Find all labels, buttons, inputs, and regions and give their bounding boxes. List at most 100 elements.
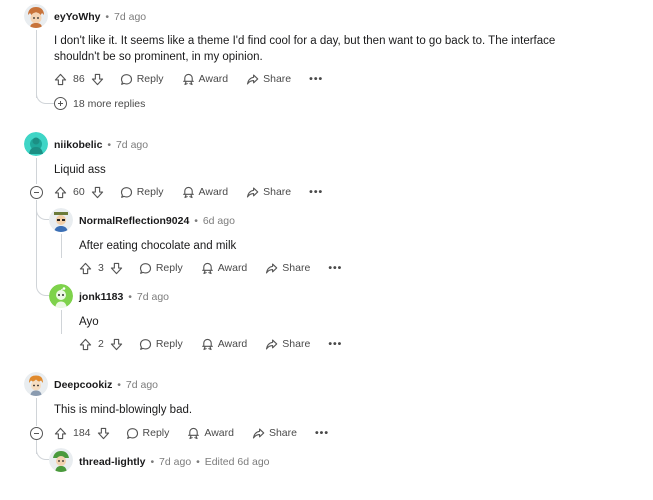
downvote-icon[interactable] [110, 262, 123, 275]
reply-label: Reply [136, 186, 164, 198]
upvote-icon[interactable] [79, 338, 92, 351]
avatar[interactable] [24, 372, 48, 396]
share-icon [252, 427, 265, 440]
share-button[interactable]: Share [265, 262, 310, 275]
thread-line[interactable] [36, 158, 37, 184]
award-icon [201, 262, 214, 275]
award-icon [182, 73, 195, 86]
meta-separator: • [194, 215, 198, 227]
share-icon [246, 186, 259, 199]
meta-separator: • [128, 291, 132, 303]
comment-actions: 2 Reply Award Share ••• [79, 335, 360, 353]
upvote-icon[interactable] [54, 73, 67, 86]
vote-count: 3 [98, 262, 104, 274]
comment-actions: 86 Reply Award Share ••• [54, 70, 341, 88]
upvote-icon[interactable] [79, 262, 92, 275]
username[interactable]: niikobelic [54, 139, 102, 151]
upvote-icon[interactable] [54, 186, 67, 199]
username[interactable]: thread-lightly [79, 456, 146, 468]
username[interactable]: Deepcookiz [54, 379, 112, 391]
comment-meta: jonk1183 • 7d ago [79, 290, 169, 304]
reply-button[interactable]: Reply [126, 427, 169, 440]
reply-button[interactable]: Reply [120, 186, 164, 199]
share-label: Share [268, 427, 297, 439]
share-label: Share [263, 186, 292, 198]
more-replies-button[interactable]: 18 more replies [54, 97, 145, 110]
comment-actions: 184 Reply Award Share ••• [54, 424, 347, 442]
share-button[interactable]: Share [246, 73, 291, 86]
comment-body: Liquid ass [54, 164, 106, 176]
username[interactable]: NormalReflection9024 [79, 215, 189, 227]
thread-connector [36, 200, 49, 220]
timestamp[interactable]: 6d ago [203, 215, 235, 227]
meta-separator: • [196, 456, 200, 468]
reply-button[interactable]: Reply [120, 73, 164, 86]
comment-meta: Deepcookiz • 7d ago [54, 378, 158, 392]
vote-count: 2 [98, 338, 104, 350]
reply-label: Reply [155, 338, 183, 350]
avatar[interactable] [49, 284, 73, 308]
share-button[interactable]: Share [252, 427, 297, 440]
comment-body: After eating chocolate and milk [79, 240, 237, 252]
meta-separator: • [107, 139, 112, 151]
comment-meta: eyYoWhy • 7d ago [54, 10, 146, 24]
avatar[interactable] [24, 4, 48, 28]
thread-connector [36, 86, 54, 104]
timestamp[interactable]: 7d ago [116, 139, 148, 151]
vote-count: 184 [73, 427, 91, 439]
more-options-button[interactable]: ••• [309, 73, 323, 85]
collapse-button[interactable] [30, 186, 43, 199]
vote-controls: 184 [54, 427, 110, 440]
downvote-icon[interactable] [97, 427, 110, 440]
vote-controls: 86 [54, 73, 104, 86]
share-label: Share [282, 262, 311, 274]
timestamp[interactable]: 7d ago [137, 291, 169, 303]
username[interactable]: jonk1183 [79, 291, 123, 303]
award-icon [201, 338, 214, 351]
downvote-icon[interactable] [91, 186, 104, 199]
timestamp[interactable]: 7d ago [159, 456, 191, 468]
award-label: Award [198, 186, 229, 198]
timestamp[interactable]: 7d ago [114, 11, 146, 23]
award-button[interactable]: Award [201, 262, 248, 275]
award-button[interactable]: Award [201, 338, 247, 351]
more-options-button[interactable]: ••• [328, 338, 342, 350]
username[interactable]: eyYoWhy [54, 11, 100, 23]
reply-button[interactable]: Reply [139, 262, 183, 275]
comment-actions: 60 Reply Award Share ••• [54, 183, 341, 201]
award-button[interactable]: Award [182, 73, 229, 86]
comment-actions: 3 Reply Award Share ••• [79, 259, 360, 277]
avatar[interactable] [24, 132, 48, 156]
more-options-button[interactable]: ••• [309, 186, 323, 198]
award-button[interactable]: Award [182, 186, 229, 199]
vote-controls: 2 [79, 338, 123, 351]
more-options-button[interactable]: ••• [315, 427, 329, 439]
thread-line[interactable] [61, 310, 62, 334]
upvote-icon[interactable] [54, 427, 67, 440]
more-replies-label: 18 more replies [73, 97, 146, 110]
thread-connector [36, 444, 49, 460]
more-options-button[interactable]: ••• [328, 262, 342, 274]
reply-icon [120, 186, 133, 199]
collapse-button[interactable] [30, 427, 43, 440]
meta-separator: • [117, 379, 121, 391]
award-button[interactable]: Award [187, 427, 234, 440]
thread-line[interactable] [61, 234, 62, 258]
reply-button[interactable]: Reply [139, 338, 183, 351]
downvote-icon[interactable] [110, 338, 123, 351]
thread-line[interactable] [36, 398, 37, 426]
share-icon [265, 338, 278, 351]
award-label: Award [198, 73, 229, 85]
avatar[interactable] [49, 448, 73, 472]
reply-icon [139, 338, 152, 351]
award-label: Award [217, 262, 248, 274]
reply-icon [126, 427, 139, 440]
avatar[interactable] [49, 208, 73, 232]
share-button[interactable]: Share [246, 186, 291, 199]
timestamp[interactable]: 7d ago [126, 379, 158, 391]
comment-body: Ayo [79, 316, 99, 328]
share-button[interactable]: Share [265, 338, 310, 351]
thread-connector [36, 276, 49, 296]
award-icon [187, 427, 200, 440]
downvote-icon[interactable] [91, 73, 104, 86]
